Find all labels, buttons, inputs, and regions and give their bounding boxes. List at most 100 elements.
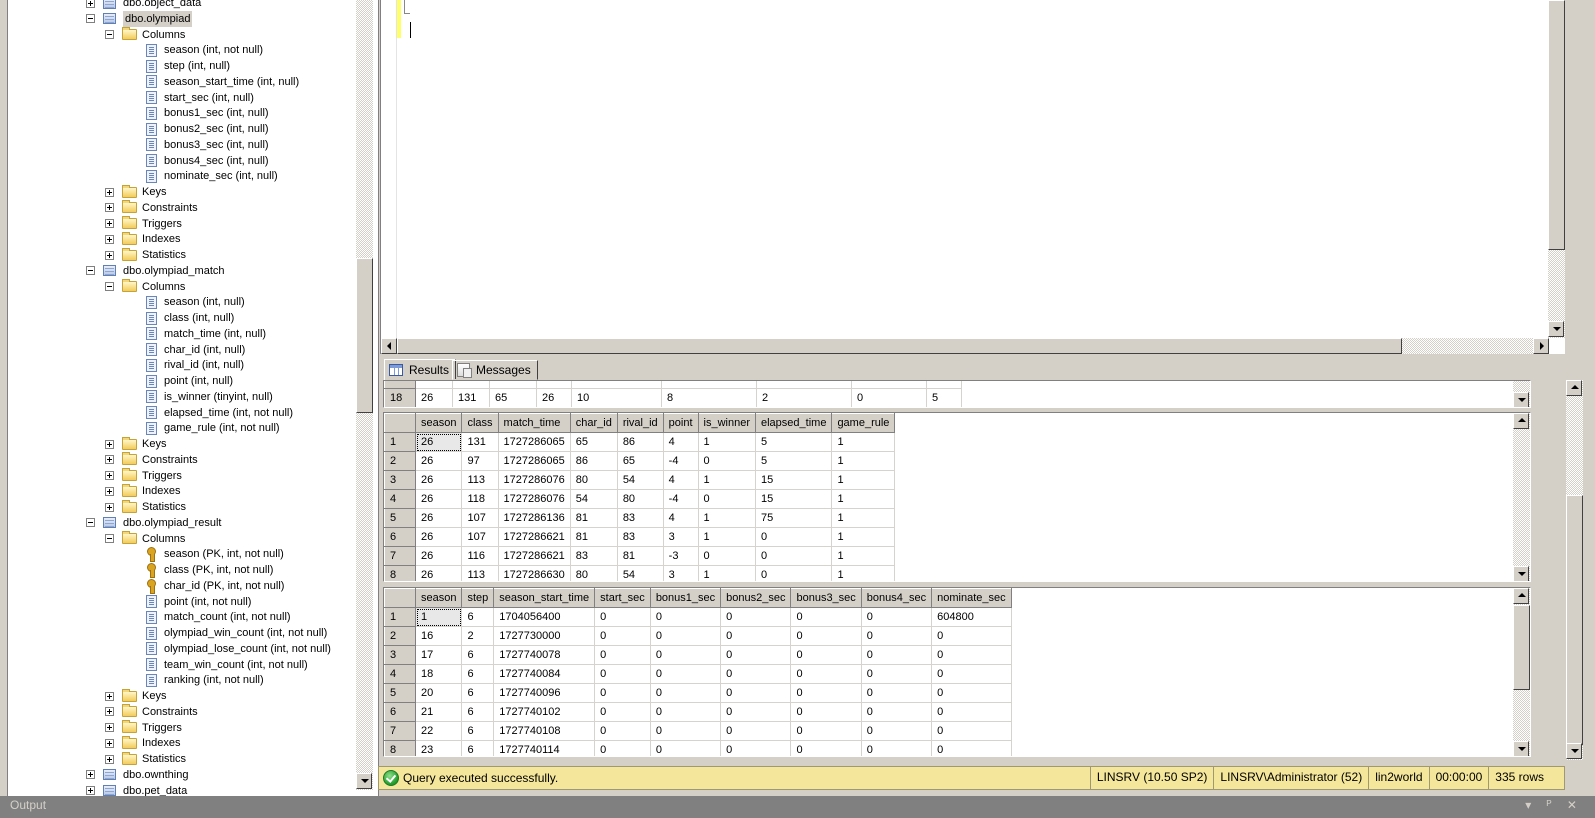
grid-cell[interactable]: 1 bbox=[831, 470, 896, 490]
grid-cell[interactable]: -4 bbox=[663, 451, 699, 471]
grid-corner[interactable] bbox=[384, 588, 416, 608]
tree-node[interactable]: Statistics bbox=[105, 247, 186, 263]
grid-cell[interactable]: 86 bbox=[570, 451, 618, 471]
grid-cell[interactable]: 1 bbox=[831, 546, 896, 566]
column-header[interactable]: point bbox=[662, 413, 699, 433]
tree-node[interactable]: class (PK, int, not null) bbox=[146, 562, 273, 578]
column-header[interactable]: step bbox=[461, 588, 495, 608]
tree-node[interactable]: season (int, null) bbox=[146, 294, 245, 310]
tree-node[interactable]: Keys bbox=[105, 436, 166, 452]
column-header[interactable]: bonus4_sec bbox=[860, 588, 933, 608]
grid-cell[interactable]: 0 bbox=[861, 702, 933, 722]
grid-cell[interactable]: 0 bbox=[594, 626, 651, 646]
grid-cell[interactable]: 0 bbox=[720, 664, 792, 684]
grid-cell[interactable]: 0 bbox=[755, 565, 833, 581]
expand-icon[interactable] bbox=[86, 770, 95, 780]
result-grid-3[interactable]: season step season_start_time start_sec bonu… bbox=[383, 587, 1531, 757]
tree-node[interactable]: Columns bbox=[105, 279, 185, 295]
grid-cell[interactable]: 4 bbox=[663, 508, 699, 528]
grid-3-scrollbar[interactable] bbox=[1513, 588, 1530, 756]
grid-cell[interactable]: 6 bbox=[461, 645, 495, 665]
tree-node[interactable]: Keys bbox=[105, 184, 166, 200]
grid-cell[interactable]: 6 bbox=[461, 702, 495, 722]
scroll-up-button[interactable] bbox=[1513, 588, 1529, 604]
grid-cell[interactable]: 0 bbox=[698, 546, 757, 566]
scroll-down-button[interactable] bbox=[1513, 741, 1529, 756]
grid-cell[interactable]: 83 bbox=[617, 527, 664, 547]
grid-cell[interactable]: 26 bbox=[415, 565, 463, 581]
expand-icon[interactable] bbox=[86, 0, 95, 8]
query-editor[interactable] bbox=[380, 0, 1565, 354]
tree-node[interactable]: Triggers bbox=[105, 720, 182, 736]
tree-node[interactable]: ranking (int, not null) bbox=[146, 672, 264, 688]
tree-node[interactable]: dbo.olympiad_result bbox=[86, 515, 221, 531]
grid-cell[interactable]: 1 bbox=[831, 565, 896, 581]
grid-cell[interactable]: 0 bbox=[720, 683, 792, 703]
grid-cell[interactable]: 2 bbox=[461, 626, 495, 646]
grid-cell[interactable]: 1727740114 bbox=[493, 740, 596, 756]
tree-node[interactable]: Constraints bbox=[105, 200, 198, 216]
grid-cell[interactable]: 0 bbox=[594, 664, 651, 684]
row-header[interactable]: 1 bbox=[384, 432, 416, 452]
tree-node[interactable]: class (int, null) bbox=[146, 310, 234, 326]
grid-cell[interactable]: 1727740102 bbox=[493, 702, 596, 722]
grid-cell[interactable]: 54 bbox=[570, 489, 618, 509]
tree-node[interactable]: step (int, null) bbox=[146, 58, 230, 74]
grid-cell[interactable]: 15 bbox=[755, 489, 833, 509]
grid-cell[interactable]: 0 bbox=[851, 388, 927, 407]
scroll-down-button[interactable] bbox=[1513, 392, 1529, 407]
tree-node[interactable]: elapsed_time (int, not null) bbox=[146, 405, 293, 421]
grid-cell[interactable]: 0 bbox=[698, 451, 757, 471]
tree-node[interactable]: is_winner (tinyint, null) bbox=[146, 389, 273, 405]
grid-cell[interactable]: 15 bbox=[755, 470, 833, 490]
grid-cell[interactable]: 3 bbox=[663, 527, 699, 547]
row-header[interactable]: 7 bbox=[384, 721, 416, 741]
collapse-icon[interactable] bbox=[86, 14, 95, 24]
tab-results[interactable]: Results bbox=[384, 359, 457, 381]
scrollbar-thumb[interactable] bbox=[356, 258, 373, 413]
expand-icon[interactable] bbox=[105, 187, 114, 197]
column-header[interactable]: is_winner bbox=[697, 413, 757, 433]
grid-cell[interactable]: 0 bbox=[720, 645, 792, 665]
grid-cell[interactable]: 0 bbox=[698, 489, 757, 509]
editor-vertical-scrollbar[interactable] bbox=[1548, 0, 1565, 338]
grid-cell[interactable]: 0 bbox=[720, 702, 792, 722]
grid-cell[interactable]: 107 bbox=[461, 508, 499, 528]
tree-node[interactable]: nominate_sec (int, null) bbox=[146, 168, 278, 184]
scroll-right-button[interactable] bbox=[1533, 338, 1549, 354]
grid-cell[interactable]: 0 bbox=[931, 702, 1012, 722]
tree-node[interactable]: Indexes bbox=[105, 735, 181, 751]
grid-cell[interactable]: 26 bbox=[415, 388, 453, 407]
grid-cell[interactable]: 0 bbox=[650, 721, 722, 741]
grid-cell[interactable]: 0 bbox=[790, 721, 862, 741]
column-header[interactable]: start_sec bbox=[594, 588, 651, 608]
grid-cell[interactable]: 65 bbox=[617, 451, 664, 471]
grid-cell[interactable]: 0 bbox=[720, 721, 792, 741]
grid-cell[interactable]: 75 bbox=[755, 508, 833, 528]
row-header[interactable]: 6 bbox=[384, 527, 416, 547]
grid-cell[interactable]: 1 bbox=[831, 451, 896, 471]
tree-node[interactable]: bonus4_sec (int, null) bbox=[146, 153, 269, 169]
tree-node[interactable]: rival_id (int, null) bbox=[146, 357, 244, 373]
scrollbar-thumb[interactable] bbox=[1548, 0, 1565, 250]
row-header[interactable]: 8 bbox=[384, 740, 416, 756]
tree-node[interactable]: Triggers bbox=[105, 216, 182, 232]
grid-cell[interactable]: 26 bbox=[415, 432, 463, 452]
grid-cell[interactable]: 0 bbox=[790, 683, 862, 703]
expand-icon[interactable] bbox=[105, 754, 114, 764]
collapse-icon[interactable] bbox=[105, 534, 114, 543]
grid-cell[interactable]: 0 bbox=[720, 607, 792, 627]
grid-cell[interactable]: 1727286621 bbox=[498, 546, 571, 566]
grid-cell[interactable]: 26 bbox=[415, 451, 463, 471]
grid-cell[interactable]: 118 bbox=[461, 489, 499, 509]
grid-cell[interactable]: 21 bbox=[415, 702, 463, 722]
grid-cell[interactable]: 1 bbox=[415, 607, 463, 627]
grid-cell[interactable]: 6 bbox=[461, 664, 495, 684]
panel-window-controls[interactable]: ▾ ᴾ ✕ bbox=[1525, 796, 1583, 814]
grid-cell[interactable]: 0 bbox=[790, 740, 862, 756]
grid-cell[interactable]: 0 bbox=[650, 645, 722, 665]
expand-icon[interactable] bbox=[105, 250, 114, 260]
expand-icon[interactable] bbox=[105, 471, 114, 480]
grid-2-scrollbar[interactable] bbox=[1513, 413, 1530, 581]
column-header[interactable]: char_id bbox=[569, 413, 618, 433]
